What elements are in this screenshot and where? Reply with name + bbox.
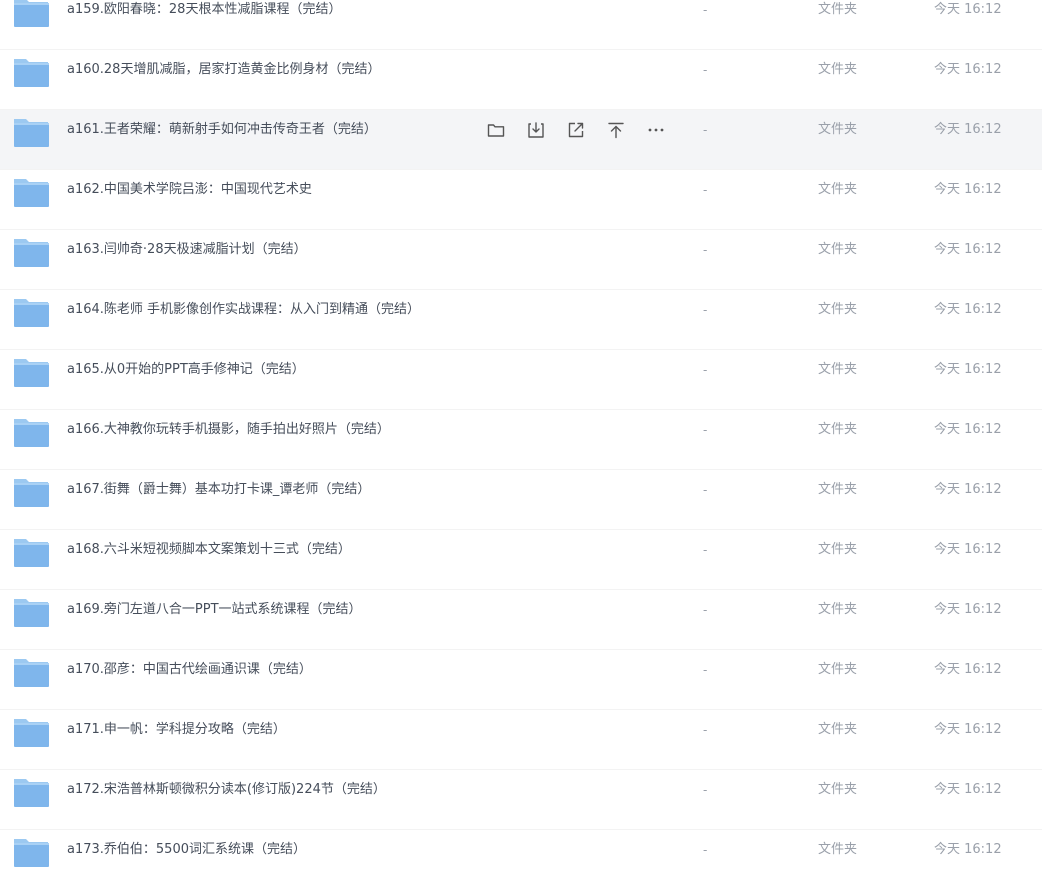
file-modified-time: 今天 16:12 (934, 2, 1002, 17)
list-item[interactable]: a172.宋浩普林斯顿微积分读本(修订版)224节（完结） - 文件夹 今天 1… (0, 770, 1042, 830)
file-name[interactable]: a159.欧阳春晓：28天根本性减脂课程（完结） (67, 1, 341, 19)
list-item[interactable]: a170.邵彦：中国古代绘画通识课（完结） - 文件夹 今天 16:12 (0, 650, 1042, 710)
share-icon[interactable] (566, 120, 586, 140)
file-modified-time: 今天 16:12 (934, 62, 1002, 77)
file-type: 文件夹 (818, 242, 858, 257)
row-actions (486, 120, 666, 140)
file-name[interactable]: a168.六斗米短视频脚本文案策划十三式（完结） (67, 541, 351, 559)
folder-icon (14, 659, 49, 687)
folder-icon (14, 719, 49, 747)
file-name[interactable]: a160.28天增肌减脂，居家打造黄金比例身材（完结） (67, 61, 380, 79)
folder-icon (14, 599, 49, 627)
file-name[interactable]: a173.乔伯伯：5500词汇系统课（完结） (67, 841, 306, 859)
file-size: - (703, 603, 708, 617)
file-name[interactable]: a164.陈老师 手机影像创作实战课程：从入门到精通（完结） (67, 301, 420, 319)
file-size: - (703, 363, 708, 377)
file-name[interactable]: a170.邵彦：中国古代绘画通识课（完结） (67, 661, 312, 679)
folder-icon (14, 239, 49, 267)
file-type: 文件夹 (818, 782, 858, 797)
file-size: - (703, 303, 708, 317)
folder-icon (14, 779, 49, 807)
file-type: 文件夹 (818, 722, 858, 737)
list-item-hovered[interactable]: a161.王者荣耀：萌新射手如何冲击传奇王者（完结） - 文件夹 今天 16:1… (0, 110, 1042, 170)
file-type: 文件夹 (818, 362, 858, 377)
file-modified-time: 今天 16:12 (934, 362, 1002, 377)
file-type: 文件夹 (818, 122, 858, 137)
folder-icon (14, 539, 49, 567)
folder-icon (14, 119, 49, 147)
file-modified-time: 今天 16:12 (934, 662, 1002, 677)
file-size: - (703, 423, 708, 437)
file-modified-time: 今天 16:12 (934, 782, 1002, 797)
folder-icon (14, 59, 49, 87)
list-item[interactable]: a164.陈老师 手机影像创作实战课程：从入门到精通（完结） - 文件夹 今天 … (0, 290, 1042, 350)
list-item[interactable]: a169.旁门左道八合一PPT一站式系统课程（完结） - 文件夹 今天 16:1… (0, 590, 1042, 650)
file-modified-time: 今天 16:12 (934, 422, 1002, 437)
folder-icon (14, 0, 49, 27)
file-name[interactable]: a172.宋浩普林斯顿微积分读本(修订版)224节（完结） (67, 781, 386, 799)
folder-icon (14, 419, 49, 447)
file-size: - (703, 543, 708, 557)
more-icon[interactable] (646, 120, 666, 140)
file-size: - (703, 183, 708, 197)
file-name[interactable]: a161.王者荣耀：萌新射手如何冲击传奇王者（完结） (67, 121, 377, 139)
list-item[interactable]: a163.闫帅奇·28天极速减脂计划（完结） - 文件夹 今天 16:12 (0, 230, 1042, 290)
file-type: 文件夹 (818, 662, 858, 677)
file-size: - (703, 123, 708, 137)
file-name[interactable]: a171.申一帆：学科提分攻略（完结） (67, 721, 286, 739)
file-modified-time: 今天 16:12 (934, 302, 1002, 317)
file-size: - (703, 243, 708, 257)
file-type: 文件夹 (818, 422, 858, 437)
list-item[interactable]: a167.街舞（爵士舞）基本功打卡课_谭老师（完结） - 文件夹 今天 16:1… (0, 470, 1042, 530)
file-type: 文件夹 (818, 302, 858, 317)
list-item[interactable]: a165.从0开始的PPT高手修神记（完结） - 文件夹 今天 16:12 (0, 350, 1042, 410)
file-name[interactable]: a163.闫帅奇·28天极速减脂计划（完结） (67, 241, 307, 259)
file-type: 文件夹 (818, 482, 858, 497)
file-type: 文件夹 (818, 842, 858, 857)
file-modified-time: 今天 16:12 (934, 602, 1002, 617)
file-size: - (703, 723, 708, 737)
file-modified-time: 今天 16:12 (934, 242, 1002, 257)
pin-top-icon[interactable] (606, 120, 626, 140)
folder-icon (14, 179, 49, 207)
file-size: - (703, 63, 708, 77)
file-type: 文件夹 (818, 602, 858, 617)
file-type: 文件夹 (818, 542, 858, 557)
list-item[interactable]: a160.28天增肌减脂，居家打造黄金比例身材（完结） - 文件夹 今天 16:… (0, 50, 1042, 110)
file-size: - (703, 483, 708, 497)
file-size: - (703, 843, 708, 857)
file-modified-time: 今天 16:12 (934, 122, 1002, 137)
file-type: 文件夹 (818, 62, 858, 77)
file-name[interactable]: a165.从0开始的PPT高手修神记（完结） (67, 361, 305, 379)
folder-icon (14, 839, 49, 867)
file-modified-time: 今天 16:12 (934, 542, 1002, 557)
file-type: 文件夹 (818, 182, 858, 197)
file-name[interactable]: a166.大神教你玩转手机摄影，随手拍出好照片（完结） (67, 421, 390, 439)
file-modified-time: 今天 16:12 (934, 482, 1002, 497)
folder-icon (14, 479, 49, 507)
file-name[interactable]: a162.中国美术学院吕澎：中国现代艺术史 (67, 181, 312, 199)
file-list: a159.欧阳春晓：28天根本性减脂课程（完结） - 文件夹 今天 16:12 … (0, 0, 1042, 875)
file-size: - (703, 663, 708, 677)
list-item[interactable]: a162.中国美术学院吕澎：中国现代艺术史 - 文件夹 今天 16:12 (0, 170, 1042, 230)
list-item[interactable]: a166.大神教你玩转手机摄影，随手拍出好照片（完结） - 文件夹 今天 16:… (0, 410, 1042, 470)
folder-icon (14, 359, 49, 387)
file-modified-time: 今天 16:12 (934, 722, 1002, 737)
file-size: - (703, 3, 708, 17)
list-item[interactable]: a173.乔伯伯：5500词汇系统课（完结） - 文件夹 今天 16:12 (0, 830, 1042, 875)
download-icon[interactable] (526, 120, 546, 140)
file-type: 文件夹 (818, 2, 858, 17)
file-size: - (703, 783, 708, 797)
list-item[interactable]: a159.欧阳春晓：28天根本性减脂课程（完结） - 文件夹 今天 16:12 (0, 0, 1042, 50)
file-name[interactable]: a167.街舞（爵士舞）基本功打卡课_谭老师（完结） (67, 481, 370, 499)
folder-open-icon[interactable] (486, 120, 506, 140)
file-modified-time: 今天 16:12 (934, 182, 1002, 197)
list-item[interactable]: a168.六斗米短视频脚本文案策划十三式（完结） - 文件夹 今天 16:12 (0, 530, 1042, 590)
file-name[interactable]: a169.旁门左道八合一PPT一站式系统课程（完结） (67, 601, 362, 619)
file-modified-time: 今天 16:12 (934, 842, 1002, 857)
list-item[interactable]: a171.申一帆：学科提分攻略（完结） - 文件夹 今天 16:12 (0, 710, 1042, 770)
folder-icon (14, 299, 49, 327)
